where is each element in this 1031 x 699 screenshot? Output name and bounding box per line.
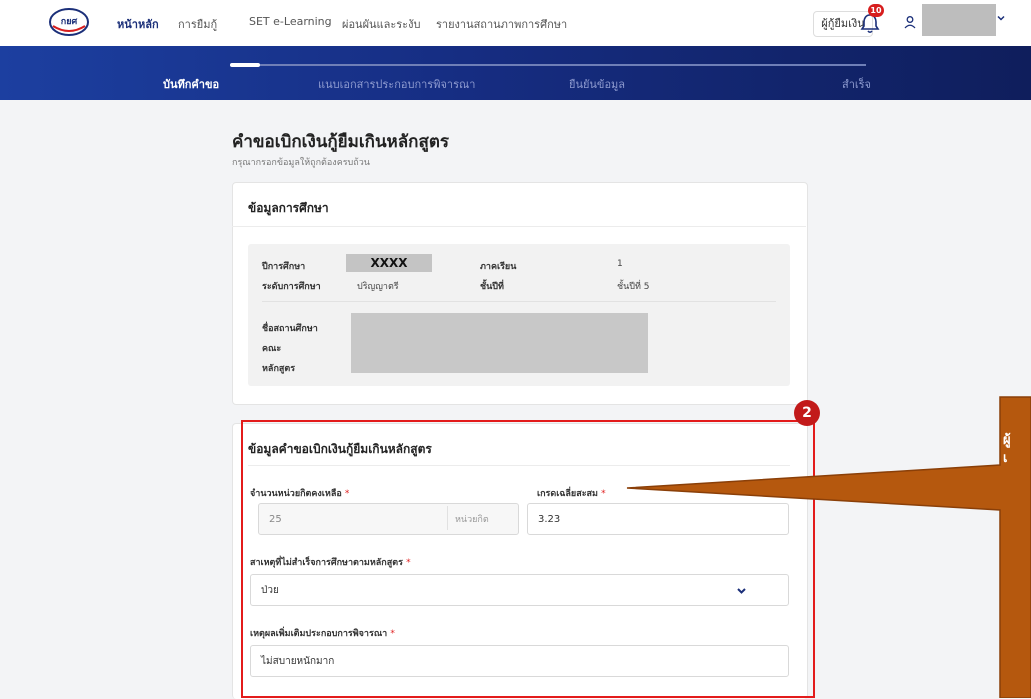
logo-icon[interactable]: กยศ: [48, 6, 90, 38]
semester-value: 1: [617, 259, 623, 269]
grade-value: ชั้นปีที่ 5: [617, 282, 650, 292]
top-navigation-bar: กยศ หน้าหลัก การยืมกู้ SET e-Learning ผ่…: [0, 0, 1031, 47]
nav-elearning[interactable]: SET e-Learning: [249, 15, 332, 28]
education-level-label: ระดับการศึกษา: [262, 282, 321, 292]
highlight-frame: [241, 420, 815, 698]
institution-details-redacted: [351, 313, 648, 373]
svg-text:กยศ: กยศ: [61, 17, 78, 27]
progress-track-completed: [230, 63, 260, 67]
faculty-label: คณะ: [262, 344, 282, 354]
step-attach-documents: แนบเอกสารประกอบการพิจารณา: [318, 78, 476, 91]
academic-year-label: ปีการศึกษา: [262, 262, 306, 272]
chevron-down-icon[interactable]: [996, 13, 1006, 23]
education-level-value: ปริญญาตรี: [357, 282, 399, 292]
callout-text: ผู้ เ: [1003, 433, 1011, 466]
step-marker-badge: 2: [794, 400, 820, 426]
step-complete: สำเร็จ: [842, 78, 872, 91]
nav-education-status-report[interactable]: รายงานสถานภาพการศึกษา: [436, 15, 567, 33]
semester-label: ภาคเรียน: [480, 262, 517, 272]
nav-loan[interactable]: การยืมกู้: [178, 15, 217, 33]
step-record-request: บันทึกคำขอ: [163, 78, 220, 91]
user-name-redacted[interactable]: [922, 4, 996, 36]
program-label: หลักสูตร: [262, 364, 296, 374]
institution-label: ชื่อสถานศึกษา: [262, 324, 318, 334]
divider: [262, 301, 776, 302]
progress-steps-bar: [0, 46, 1031, 100]
academic-year-value: XXXX: [346, 254, 432, 272]
education-section-title: ข้อมูลการศึกษา: [248, 201, 329, 215]
grade-label: ชั้นปีที่: [480, 282, 504, 292]
nav-deferment[interactable]: ผ่อนผันและระงับ: [342, 15, 420, 33]
nav-home[interactable]: หน้าหลัก: [117, 15, 159, 33]
user-icon[interactable]: [903, 15, 917, 29]
divider: [232, 226, 806, 227]
page-subtitle: กรุณากรอกข้อมูลให้ถูกต้องครบถ้วน: [232, 158, 370, 168]
notification-count-badge: 10: [868, 4, 884, 17]
step-confirm-data: ยืนยันข้อมูล: [569, 78, 626, 91]
progress-track: [230, 64, 866, 66]
page-title: คำขอเบิกเงินกู้ยืมเกินหลักสูตร: [232, 132, 450, 152]
